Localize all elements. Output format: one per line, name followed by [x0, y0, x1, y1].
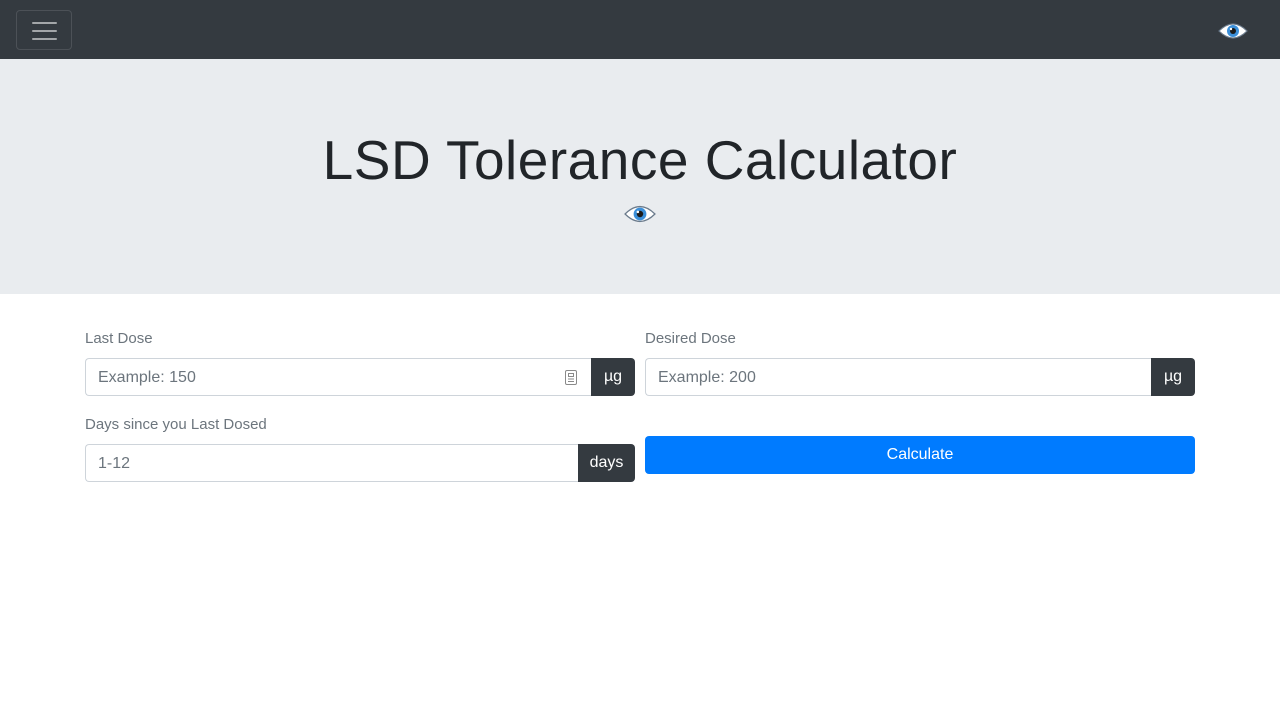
menu-toggle-button[interactable]: [16, 10, 72, 50]
days-since-placeholder: 1-12: [98, 455, 131, 472]
desired-dose-placeholder: Example: 200: [658, 369, 756, 386]
calculate-button[interactable]: Calculate: [645, 436, 1195, 474]
days-since-input[interactable]: 1-12: [85, 444, 578, 482]
hamburger-icon-line: [32, 30, 57, 32]
days-since-label: Days since you Last Dosed: [85, 416, 267, 433]
hamburger-icon: [32, 22, 57, 24]
last-dose-unit: µg: [591, 358, 635, 396]
desired-dose-unit: µg: [1151, 358, 1195, 396]
last-dose-group: Example: 150 µg: [85, 358, 635, 396]
desired-dose-group: Example: 200 µg: [645, 358, 1195, 396]
hamburger-icon-line: [32, 38, 57, 40]
desired-dose-input[interactable]: Example: 200: [645, 358, 1151, 396]
navbar: [0, 0, 1280, 59]
eye-icon: [624, 205, 656, 223]
page-title: LSD Tolerance Calculator: [322, 129, 958, 191]
days-since-group: 1-12 days: [85, 444, 635, 482]
autofill-icon[interactable]: [565, 370, 577, 385]
last-dose-placeholder: Example: 150: [98, 369, 196, 386]
last-dose-label: Last Dose: [85, 330, 153, 347]
jumbotron: LSD Tolerance Calculator: [0, 59, 1280, 294]
eye-icon[interactable]: [1218, 21, 1248, 41]
days-since-unit: days: [578, 444, 635, 482]
last-dose-input[interactable]: Example: 150: [85, 358, 591, 396]
desired-dose-label: Desired Dose: [645, 330, 736, 347]
